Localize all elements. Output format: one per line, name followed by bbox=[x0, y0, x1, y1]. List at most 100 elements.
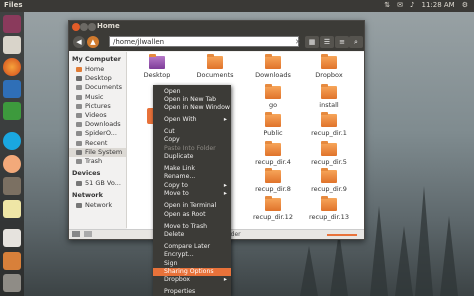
gimp-icon[interactable] bbox=[3, 177, 21, 195]
folder-item[interactable]: recup_dir.13 bbox=[303, 196, 355, 221]
clear-location-icon[interactable]: ✕ bbox=[291, 36, 305, 48]
sidebar-item-pictures[interactable]: Pictures bbox=[69, 102, 126, 111]
search-button[interactable]: ⌕ bbox=[349, 36, 363, 48]
menu-item-open-in-terminal[interactable]: Open in Terminal bbox=[153, 202, 231, 210]
context-menu: Open Open in New Tab Open in New Window … bbox=[153, 85, 231, 296]
view-compact-button[interactable]: ≡ bbox=[335, 36, 349, 48]
sidebar-item-trash[interactable]: Trash bbox=[69, 157, 126, 166]
mail-app-icon[interactable] bbox=[3, 229, 21, 247]
mail-icon[interactable]: ✉ bbox=[397, 1, 403, 9]
folder-icon bbox=[149, 54, 165, 69]
skype-icon[interactable] bbox=[3, 132, 21, 150]
menu-item-cut[interactable]: Cut bbox=[153, 128, 231, 136]
moon-icon[interactable] bbox=[3, 155, 21, 173]
window-title: Home bbox=[97, 22, 120, 30]
menu-item-encrypt[interactable]: Encrypt... bbox=[153, 251, 231, 259]
folder-item[interactable]: recup_dir.9 bbox=[303, 168, 355, 193]
writer-icon[interactable] bbox=[3, 80, 21, 98]
close-icon[interactable] bbox=[72, 23, 80, 31]
forward-button[interactable]: ▲ bbox=[87, 36, 99, 48]
sidebar-item-network[interactable]: Network bbox=[69, 201, 126, 210]
folder-item[interactable]: Desktop bbox=[131, 54, 183, 79]
menu-item-move-to[interactable]: Move to ▸ bbox=[153, 190, 231, 198]
menu-item-compare-later[interactable]: Compare Later bbox=[153, 243, 231, 251]
sidebar-item-music[interactable]: Music bbox=[69, 93, 126, 102]
folder-item[interactable]: go bbox=[247, 84, 299, 109]
menu-item-sharing-options[interactable]: Sharing Options bbox=[153, 268, 231, 276]
menu-item-open[interactable]: Open bbox=[153, 88, 231, 96]
sidebar-item-file-system[interactable]: File System bbox=[69, 147, 126, 157]
folder-icon bbox=[321, 84, 337, 99]
folder-icon bbox=[321, 141, 337, 156]
menu-item-delete[interactable]: Delete bbox=[153, 231, 231, 239]
clock[interactable]: 11:28 AM bbox=[421, 1, 454, 9]
sidebar-item-desktop[interactable]: Desktop bbox=[69, 74, 126, 83]
menu-item-paste-into-folder[interactable]: Paste Into Folder bbox=[153, 145, 231, 153]
statusbar-places-button[interactable] bbox=[84, 231, 92, 237]
menu-item-copy[interactable]: Copy bbox=[153, 136, 231, 144]
minimize-icon[interactable] bbox=[80, 23, 88, 31]
menu-item-move-to-trash[interactable]: Move to Trash bbox=[153, 223, 231, 231]
statusbar-toggle-button[interactable] bbox=[72, 231, 80, 237]
dash-icon[interactable] bbox=[3, 15, 21, 33]
notes-icon[interactable] bbox=[3, 200, 21, 218]
folder-icon bbox=[265, 141, 281, 156]
menu-item-open-with[interactable]: Open With ▸ bbox=[153, 116, 231, 124]
gear-icon[interactable]: ⚙ bbox=[462, 1, 468, 9]
calc-icon[interactable] bbox=[3, 102, 21, 120]
window-titlebar[interactable]: Home bbox=[69, 21, 364, 33]
trash-icon[interactable] bbox=[3, 274, 21, 292]
sidebar-section-title: My Computer bbox=[72, 55, 121, 63]
menu-item-sign[interactable]: Sign bbox=[153, 260, 231, 268]
sidebar-item-videos[interactable]: Videos bbox=[69, 111, 126, 120]
software-icon[interactable] bbox=[3, 252, 21, 270]
menu-item-make-link[interactable]: Make Link bbox=[153, 165, 231, 173]
menu-item-dropbox[interactable]: Dropbox ▸ bbox=[153, 276, 231, 284]
firefox-icon[interactable] bbox=[3, 58, 21, 76]
folder-icon bbox=[321, 112, 337, 127]
menu-item-duplicate[interactable]: Duplicate bbox=[153, 153, 231, 161]
sidebar-section-title: Network bbox=[72, 191, 103, 200]
active-app-name: Files bbox=[4, 1, 23, 9]
folder-item[interactable]: recup_dir.12 bbox=[247, 196, 299, 221]
folder-item[interactable]: recup_dir.5 bbox=[303, 141, 355, 166]
menu-item-rename[interactable]: Rename... bbox=[153, 173, 231, 181]
network-icon[interactable]: ⇅ bbox=[384, 1, 390, 9]
submenu-arrow-icon: ▸ bbox=[223, 276, 227, 283]
folder-icon bbox=[265, 54, 281, 69]
back-button[interactable]: ◀ bbox=[73, 36, 85, 48]
volume-icon[interactable]: ♪ bbox=[410, 1, 414, 9]
location-bar[interactable]: /home/jlwallen bbox=[109, 36, 299, 47]
sidebar-item-downloads[interactable]: Downloads bbox=[69, 120, 126, 129]
toolbar: ◀ ▲ /home/jlwallen ✕ ▦ ☰ ≡ ⌕ bbox=[69, 33, 364, 51]
folder-icon bbox=[321, 196, 337, 211]
top-panel: Files ⇅ ✉ ♪ 11:28 AM ⚙ bbox=[0, 0, 474, 12]
sidebar-item-volume[interactable]: 51 GB Vo... bbox=[69, 179, 126, 188]
sidebar-item-home[interactable]: Home bbox=[69, 65, 126, 74]
folder-item[interactable]: Downloads bbox=[247, 54, 299, 79]
menu-item-open-new-tab[interactable]: Open in New Tab bbox=[153, 96, 231, 104]
folder-item[interactable]: install bbox=[303, 84, 355, 109]
submenu-arrow-icon: ▸ bbox=[223, 116, 227, 123]
folder-item[interactable]: recup_dir.8 bbox=[247, 168, 299, 193]
menu-item-open-new-window[interactable]: Open in New Window bbox=[153, 104, 231, 112]
menu-item-properties[interactable]: Properties bbox=[153, 288, 231, 296]
folder-item[interactable]: recup_dir.1 bbox=[303, 112, 355, 137]
folder-icon bbox=[265, 112, 281, 127]
menu-item-open-as-root[interactable]: Open as Root bbox=[153, 211, 231, 219]
folder-icon bbox=[321, 168, 337, 183]
menu-item-copy-to[interactable]: Copy to ▸ bbox=[153, 182, 231, 190]
view-list-button[interactable]: ☰ bbox=[320, 36, 334, 48]
submenu-arrow-icon: ▸ bbox=[223, 182, 227, 189]
zoom-slider[interactable] bbox=[327, 234, 357, 236]
sidebar-item-recent[interactable]: Recent bbox=[69, 139, 126, 148]
maximize-icon[interactable] bbox=[88, 23, 96, 31]
folder-item[interactable]: Public bbox=[247, 112, 299, 137]
folder-item[interactable]: recup_dir.4 bbox=[247, 141, 299, 166]
folder-item[interactable]: Dropbox bbox=[303, 54, 355, 79]
sidebar-item-spideroak[interactable]: SpiderO... bbox=[69, 129, 126, 138]
folder-item[interactable]: Documents bbox=[189, 54, 241, 79]
files-icon[interactable] bbox=[3, 36, 21, 54]
sidebar-item-documents[interactable]: Documents bbox=[69, 83, 126, 92]
view-icons-button[interactable]: ▦ bbox=[305, 36, 319, 48]
